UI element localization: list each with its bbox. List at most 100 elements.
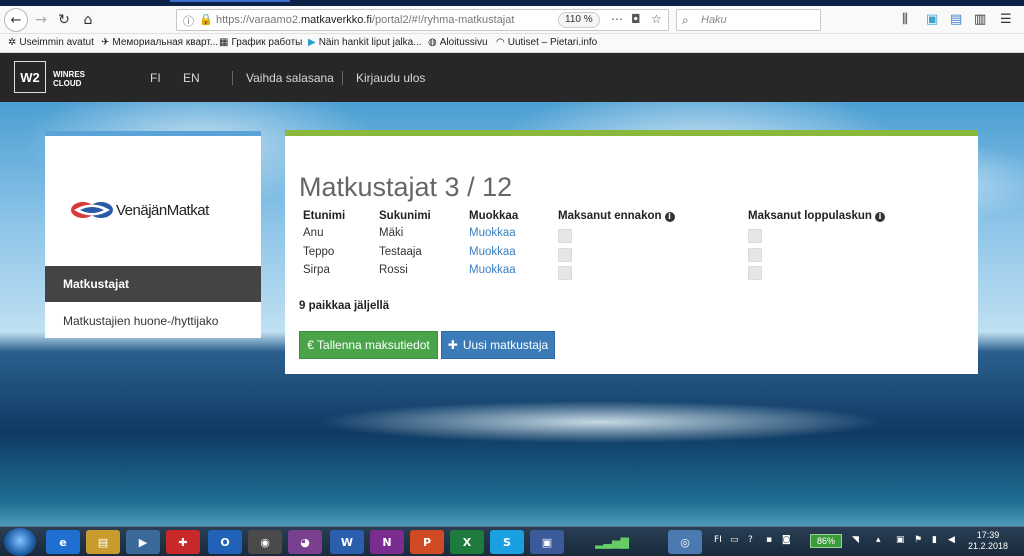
word-icon[interactable]: W	[330, 530, 364, 554]
tray-icon[interactable]: ◙	[782, 535, 791, 545]
ie-icon[interactable]: e	[46, 530, 80, 554]
final-paid-checkbox[interactable]	[748, 248, 762, 262]
prepaid-checkbox[interactable]	[558, 248, 572, 262]
zoom-indicator[interactable]: 110 %	[558, 12, 600, 28]
firefox-icon[interactable]: ◕	[288, 530, 322, 554]
menu-icon[interactable]: ☰	[1000, 12, 1012, 27]
column-header-first-name: Etunimi	[303, 210, 346, 222]
lang-en-link[interactable]: EN	[183, 71, 200, 85]
plus-icon: ✚	[447, 338, 458, 352]
final-paid-checkbox[interactable]	[748, 266, 762, 280]
explorer-icon[interactable]: ▤	[86, 530, 120, 554]
new-traveller-button[interactable]: ✚ Uusi matkustaja	[441, 331, 555, 359]
prepaid-checkbox[interactable]	[558, 266, 572, 280]
help-icon[interactable]: ?	[748, 535, 753, 545]
app-icon[interactable]: ✚	[166, 530, 200, 554]
bookmark-item[interactable]: ✈ Мемориальная кварт...	[101, 37, 218, 48]
bookmark-item[interactable]: ✲ Useimmin avatut	[8, 37, 94, 48]
winres-logo[interactable]: W2	[14, 61, 46, 93]
search-placeholder: Haku	[701, 14, 727, 26]
network-icon[interactable]: ▮	[932, 535, 937, 545]
info-icon[interactable]: i	[874, 212, 885, 222]
table-icon: ▦	[219, 37, 229, 48]
onenote-icon[interactable]: N	[370, 530, 404, 554]
outlook-icon[interactable]: O	[208, 530, 242, 554]
bookmark-item[interactable]: ◍ Aloitussivu	[428, 37, 488, 48]
final-paid-checkbox[interactable]	[748, 229, 762, 243]
edit-link[interactable]: Muokkaa	[469, 264, 516, 276]
tray-icon[interactable]: ▪	[766, 535, 772, 545]
bookmark-icon: ✈	[101, 37, 110, 48]
chrome-icon[interactable]: ◉	[248, 530, 282, 554]
forward-arrow-icon[interactable]: →	[30, 10, 52, 30]
signal-icon[interactable]: ▂▃▅▇	[592, 530, 632, 554]
bookmark-item[interactable]: ▶ Näin hankit liput jalka...	[308, 37, 422, 48]
powerpoint-icon[interactable]: P	[410, 530, 444, 554]
library-icon[interactable]: ⫼	[902, 12, 908, 27]
logout-link[interactable]: Kirjaudu ulos	[356, 71, 425, 85]
divider	[342, 71, 343, 85]
extension-icon[interactable]: ▣	[926, 12, 938, 27]
sidebar-item-travellers[interactable]: Matkustajat	[45, 266, 261, 302]
search-icon: ⌕	[682, 13, 689, 27]
excel-icon[interactable]: X	[450, 530, 484, 554]
sidebar-item-room-allocation[interactable]: Matkustajien huone-/hyttijako	[45, 302, 261, 338]
pocket-icon[interactable]: ◘	[631, 12, 641, 26]
gear-icon: ✲	[8, 37, 17, 48]
info-icon[interactable]: i	[664, 212, 675, 222]
skype-icon[interactable]: S	[490, 530, 524, 554]
clock[interactable]: 17:39 21.2.2018	[968, 530, 1008, 552]
wave-decoration	[200, 392, 1000, 452]
battery-indicator[interactable]: 86%	[810, 534, 842, 548]
back-arrow-icon[interactable]: ←	[4, 8, 28, 32]
column-header-last-name: Sukunimi	[379, 210, 431, 222]
bookmark-item[interactable]: ▦ График работы	[219, 37, 302, 48]
app-icon[interactable]: ◎	[668, 530, 702, 554]
cell-first-name: Teppo	[303, 246, 335, 258]
column-header-final-paid: Maksanut loppulaskun i	[748, 210, 885, 222]
edit-link[interactable]: Muokkaa	[469, 246, 516, 258]
url-text[interactable]: https://varaamo2.matkaverkko.fi/portal2/…	[216, 14, 514, 26]
cell-first-name: Sirpa	[303, 264, 330, 276]
cell-last-name: Testaaja	[379, 246, 422, 258]
column-header-edit: Muokkaa	[469, 210, 519, 222]
bookmarks-toolbar: ✲ Useimmin avatut ✈ Мемориальная кварт... …	[0, 34, 1024, 53]
insecure-lock-icon[interactable]: 🔒	[199, 13, 213, 26]
reload-icon[interactable]: ↻	[53, 10, 75, 30]
taskbar: e ▤ ▶ ✚ O ◉ ◕ W N P X S ▣ ▂▃▅▇ ◎ FI ▭ ? …	[0, 526, 1024, 556]
tray-icon[interactable]: ◥	[852, 535, 859, 545]
media-player-icon[interactable]: ▶	[126, 530, 160, 554]
save-payments-button[interactable]: € Tallenna maksutiedot	[299, 331, 438, 359]
bookmark-item[interactable]: ◠ Uutiset – Pietari.info	[496, 37, 597, 48]
remote-desktop-icon[interactable]: ▣	[530, 530, 564, 554]
more-actions-icon[interactable]: ⋯	[611, 12, 623, 26]
url-bar[interactable]: ⓘ 🔒 https://varaamo2.matkaverkko.fi/port…	[176, 9, 669, 31]
pdf-extension-icon[interactable]: ▤	[950, 12, 962, 27]
start-button[interactable]	[4, 528, 36, 556]
tray-icon[interactable]: ⚑	[914, 535, 922, 545]
tray-icon[interactable]: ▣	[896, 535, 905, 545]
seats-remaining: 9 paikkaa jäljellä	[299, 300, 390, 312]
bookmark-star-icon[interactable]: ☆	[651, 12, 662, 26]
site-header: W2 WINRES CLOUD FI EN Vaihda salasana Kir…	[0, 53, 1024, 102]
cell-first-name: Anu	[303, 227, 324, 239]
input-language[interactable]: FI	[714, 535, 722, 545]
search-input[interactable]: ⌕ Haku	[676, 9, 821, 31]
sidebar-icon[interactable]: ▥	[974, 12, 986, 27]
lang-fi-link[interactable]: FI	[150, 71, 161, 85]
change-password-link[interactable]: Vaihda salasana	[246, 71, 334, 85]
brand-mark-icon	[71, 202, 113, 218]
show-hidden-icons[interactable]: ▴	[876, 535, 881, 545]
keyboard-icon[interactable]: ▭	[730, 535, 739, 545]
prepaid-checkbox[interactable]	[558, 229, 572, 243]
divider	[232, 71, 233, 85]
logo-text: WINRES CLOUD	[53, 70, 85, 88]
home-icon[interactable]: ⌂	[77, 10, 99, 30]
brand-logo: VenäjänMatkat	[70, 183, 235, 237]
sidebar: VenäjänMatkat Matkustajat Matkustajien h…	[45, 131, 261, 338]
globe-icon: ◍	[428, 37, 437, 48]
edit-link[interactable]: Muokkaa	[469, 227, 516, 239]
info-icon[interactable]: ⓘ	[183, 13, 194, 29]
volume-icon[interactable]: ◀	[948, 535, 955, 545]
browser-toolbar: ← → ↻ ⌂ ⓘ 🔒 https://varaamo2.matkaverkko…	[0, 6, 1024, 34]
